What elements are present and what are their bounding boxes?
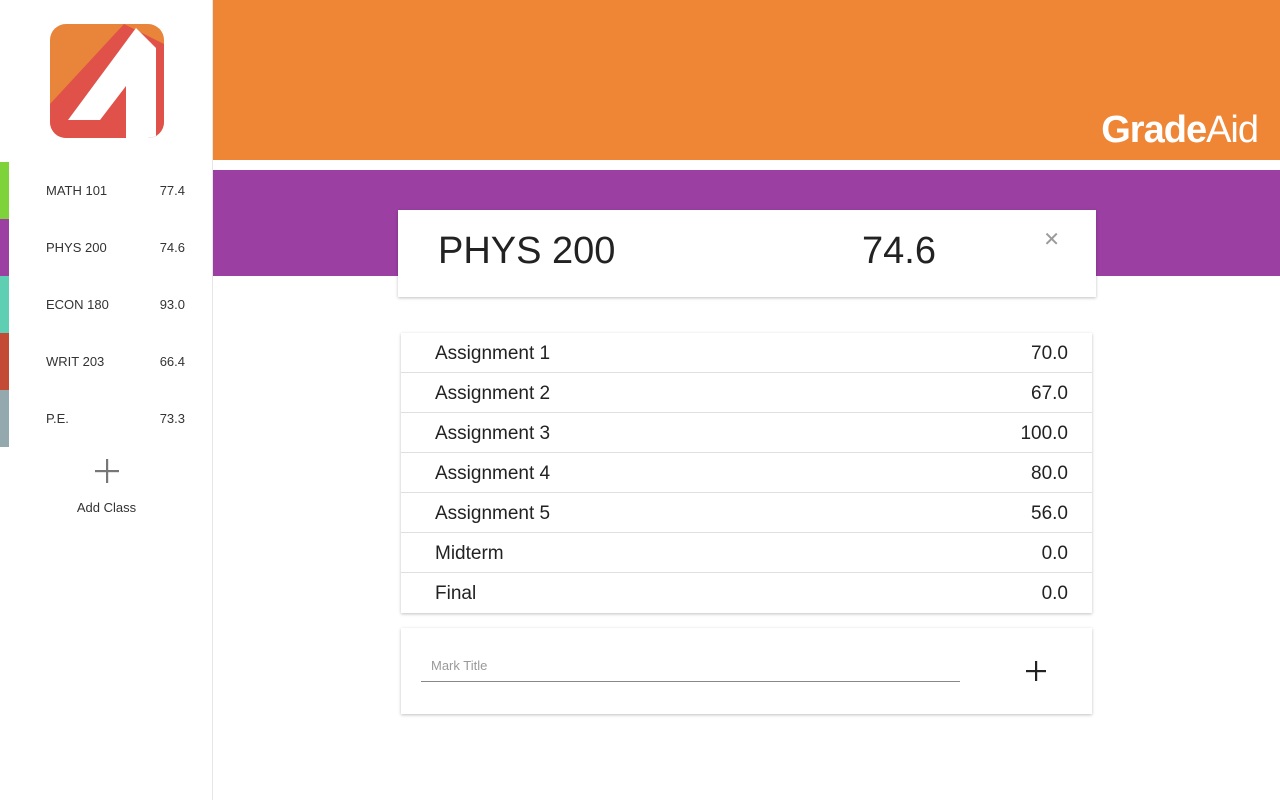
mark-value: 0.0: [1041, 583, 1068, 604]
class-summary-card: PHYS 200 74.6 ✕: [398, 210, 1096, 297]
class-name: WRIT 203: [46, 354, 105, 369]
class-item-phys-200[interactable]: PHYS 200 74.6: [0, 219, 213, 276]
add-class-label: Add Class: [76, 500, 137, 515]
marks-table: Assignment 1 70.0 Assignment 2 67.0 Assi…: [401, 333, 1092, 613]
mark-value: 0.0: [1041, 543, 1068, 564]
plus-icon: [1026, 661, 1046, 681]
mark-value: 100.0: [1020, 423, 1068, 444]
class-grade: 73.3: [159, 411, 185, 426]
class-color-bar: [0, 390, 9, 447]
mark-row[interactable]: Assignment 2 67.0: [401, 373, 1092, 413]
mark-name: Assignment 1: [435, 343, 551, 364]
mark-name: Assignment 3: [435, 423, 551, 444]
class-name: P.E.: [46, 411, 69, 426]
mark-name: Assignment 4: [435, 463, 551, 484]
class-grade: 74.6: [159, 240, 185, 255]
mark-row[interactable]: Final 0.0: [401, 573, 1092, 613]
mark-row[interactable]: Assignment 1 70.0: [401, 333, 1092, 373]
mark-name: Assignment 5: [435, 503, 551, 524]
close-icon[interactable]: ✕: [1043, 227, 1060, 252]
add-mark-card: [401, 628, 1092, 714]
app-header: GradeAid: [213, 0, 1280, 160]
add-mark-button[interactable]: [1023, 658, 1049, 684]
mark-value: 67.0: [1031, 383, 1068, 404]
brand-bold: Grade: [1101, 109, 1207, 151]
class-list: MATH 101 77.4 PHYS 200 74.6 ECON 180 93.…: [0, 162, 213, 447]
class-item-econ-180[interactable]: ECON 180 93.0: [0, 276, 213, 333]
class-item-math-101[interactable]: MATH 101 77.4: [0, 162, 213, 219]
sidebar: MATH 101 77.4 PHYS 200 74.6 ECON 180 93.…: [0, 0, 213, 800]
add-class-button[interactable]: Add Class: [0, 456, 213, 515]
class-name: MATH 101: [46, 183, 108, 198]
mark-row[interactable]: Assignment 3 100.0: [401, 413, 1092, 453]
mark-name: Final: [435, 583, 477, 604]
class-name: PHYS 200: [46, 240, 107, 255]
class-title: PHYS 200: [438, 230, 616, 272]
class-grade: 66.4: [159, 354, 185, 369]
class-color-bar: [0, 333, 9, 390]
mark-name: Midterm: [435, 543, 504, 564]
mark-title-input[interactable]: [421, 650, 960, 682]
class-grade: 93.0: [159, 297, 185, 312]
app-brand: GradeAid: [1101, 109, 1259, 152]
mark-row[interactable]: Assignment 4 80.0: [401, 453, 1092, 493]
class-color-bar: [0, 219, 9, 276]
mark-value: 56.0: [1031, 503, 1068, 524]
mark-row[interactable]: Assignment 5 56.0: [401, 493, 1092, 533]
class-item-pe[interactable]: P.E. 73.3: [0, 390, 213, 447]
class-item-writ-203[interactable]: WRIT 203 66.4: [0, 333, 213, 390]
app-logo: [50, 24, 164, 138]
class-name: ECON 180: [46, 297, 109, 312]
mark-value: 70.0: [1031, 343, 1068, 364]
plus-icon: [92, 456, 122, 486]
mark-row[interactable]: Midterm 0.0: [401, 533, 1092, 573]
class-grade: 77.4: [159, 183, 185, 198]
mark-value: 80.0: [1031, 463, 1068, 484]
class-average: 74.6: [862, 230, 936, 272]
class-color-bar: [0, 162, 9, 219]
class-color-bar: [0, 276, 9, 333]
brand-light: Aid: [1206, 109, 1259, 151]
mark-name: Assignment 2: [435, 383, 551, 404]
